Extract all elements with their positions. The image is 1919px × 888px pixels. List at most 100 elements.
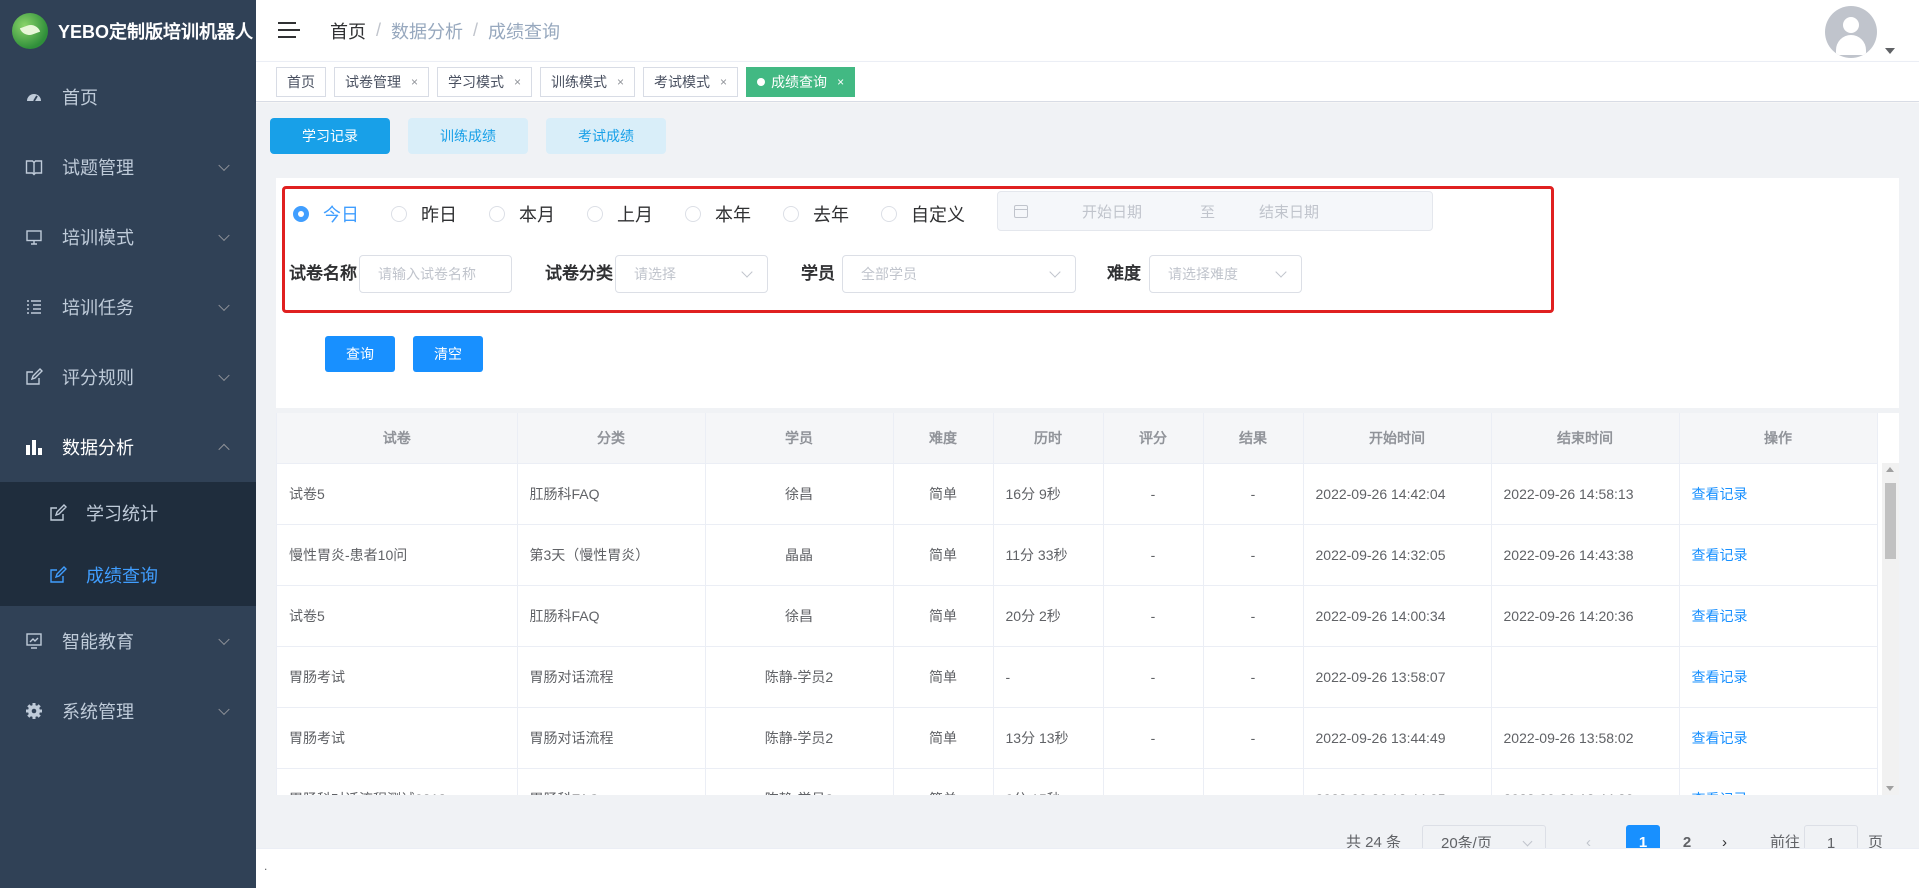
table-cell: 陈静-学员2: [705, 646, 894, 708]
radio-custom[interactable]: 自定义: [881, 201, 965, 227]
avatar[interactable]: [1825, 6, 1877, 58]
date-range-picker[interactable]: 开始日期 至 结束日期: [997, 191, 1433, 231]
view-record-link[interactable]: 查看记录: [1692, 486, 1748, 502]
difficulty-select[interactable]: 请选择难度: [1149, 255, 1302, 293]
close-icon[interactable]: ×: [514, 75, 521, 89]
scroll-up-icon[interactable]: [1886, 467, 1894, 472]
table-cell: -: [1103, 707, 1204, 769]
close-icon[interactable]: ×: [720, 75, 727, 89]
tag-learning-mode[interactable]: 学习模式 ×: [437, 66, 533, 97]
chevron-down-icon: [218, 369, 230, 382]
close-icon[interactable]: ×: [617, 75, 624, 89]
radio-last-month[interactable]: 上月: [587, 201, 653, 227]
sidebar-item-training-task[interactable]: 培训任务: [0, 272, 256, 342]
view-record-link[interactable]: 查看记录: [1692, 791, 1748, 796]
sidebar-item-smart-education[interactable]: 智能教育: [0, 606, 256, 676]
filter-fields: 试卷名称 请输入试卷名称 试卷分类 请选择 学员 全部学员 难度 请选择难度: [289, 255, 1549, 293]
col-header: 操作: [1679, 413, 1878, 464]
sidebar-subitem-score-query[interactable]: 成绩查询: [0, 544, 256, 606]
table-cell: 2022-09-26 14:20:36: [1491, 585, 1680, 647]
tag-training-mode[interactable]: 训练模式 ×: [540, 66, 636, 97]
sidebar-item-data-analysis[interactable]: 数据分析: [0, 412, 256, 482]
sidebar-item-home[interactable]: 首页: [0, 62, 256, 132]
table-cell: 胃肠科FAQ: [517, 768, 706, 795]
table-cell: 20分 2秒: [993, 585, 1104, 647]
table-cell: 查看记录: [1679, 524, 1878, 586]
breadcrumb-item-home[interactable]: 首页: [330, 18, 366, 44]
scroll-thumb[interactable]: [1885, 483, 1896, 559]
difficulty-label: 难度: [1107, 264, 1141, 283]
brand: YEBO定制版培训机器人: [0, 0, 256, 62]
sidebar-item-label: 试题管理: [62, 158, 134, 178]
chevron-down-icon: [1522, 836, 1533, 847]
radio-yesterday[interactable]: 昨日: [391, 201, 457, 227]
screen-chart-icon: [24, 631, 44, 651]
sidebar-item-questions[interactable]: 试题管理: [0, 132, 256, 202]
book-icon: [24, 157, 44, 177]
table-cell: 2022-09-26 13:44:20: [1491, 768, 1680, 795]
table-cell: 陈静-学员2: [705, 768, 894, 795]
paper-name-input[interactable]: 请输入试卷名称: [359, 255, 512, 293]
radio-this-year[interactable]: 本年: [685, 201, 751, 227]
main-area: 首页 / 数据分析 / 成绩查询 首页 试卷管理 × 学习模式 × 训练模式 ×: [256, 0, 1919, 888]
table-cell: 2022-09-26 14:58:13: [1491, 463, 1680, 525]
table-cell: 查看记录: [1679, 463, 1878, 525]
clear-button[interactable]: 清空: [413, 336, 483, 372]
sidebar-item-scoring-rules[interactable]: 评分规则: [0, 342, 256, 412]
training-score-button[interactable]: 训练成绩: [408, 118, 528, 154]
tag-score-query[interactable]: 成绩查询 ×: [746, 66, 856, 97]
table-cell: 0分 15秒: [993, 768, 1104, 795]
table-cell: 2022-09-26 13:58:07: [1303, 646, 1492, 708]
hamburger-icon[interactable]: [278, 21, 300, 40]
sidebar-item-training-mode[interactable]: 培训模式: [0, 202, 256, 272]
end-date-input[interactable]: 结束日期: [1259, 201, 1319, 222]
sidebar-item-label: 培训任务: [62, 298, 134, 318]
col-header: 历时: [993, 413, 1104, 464]
range-separator: 至: [1200, 203, 1216, 221]
scroll-down-icon[interactable]: [1886, 786, 1894, 791]
breadcrumb: 首页 / 数据分析 / 成绩查询: [330, 18, 560, 44]
tag-paper-management[interactable]: 试卷管理 ×: [334, 66, 430, 97]
close-icon[interactable]: ×: [837, 75, 844, 89]
table-cell: -: [1203, 524, 1304, 586]
caret-down-icon[interactable]: [1885, 48, 1895, 54]
close-icon[interactable]: ×: [411, 75, 418, 89]
breadcrumb-item-data-analysis: 数据分析: [391, 21, 464, 42]
monitor-icon: [24, 227, 44, 247]
page-content: 学习记录 训练成绩 考试成绩 今日 昨日 本月 上月 本年 去年 自定义 开始日…: [256, 103, 1919, 888]
exam-score-button[interactable]: 考试成绩: [546, 118, 666, 154]
radio-this-month[interactable]: 本月: [489, 201, 555, 227]
radio-today[interactable]: 今日: [293, 201, 359, 227]
start-date-input[interactable]: 开始日期: [1082, 201, 1192, 222]
table-cell: 肛肠科FAQ: [517, 585, 706, 647]
edit-icon: [48, 565, 68, 585]
sidebar-item-system[interactable]: 系统管理: [0, 676, 256, 746]
col-header: 结果: [1203, 413, 1304, 464]
tag-exam-mode[interactable]: 考试模式 ×: [643, 66, 739, 97]
table-cell: 徐昌: [705, 463, 894, 525]
view-record-link[interactable]: 查看记录: [1692, 608, 1748, 624]
table-cell: -: [1203, 646, 1304, 708]
sidebar-submenu: 学习统计 成绩查询: [0, 482, 256, 606]
table-cell: -: [993, 646, 1104, 708]
paper-category-select[interactable]: 请选择: [615, 255, 768, 293]
view-record-link[interactable]: 查看记录: [1692, 730, 1748, 746]
navbar: 首页 / 数据分析 / 成绩查询: [256, 0, 1919, 62]
sidebar-subitem-learning-stats[interactable]: 学习统计: [0, 482, 256, 544]
edit-icon: [24, 367, 44, 387]
table-cell: -: [1203, 585, 1304, 647]
view-record-link[interactable]: 查看记录: [1692, 669, 1748, 685]
query-button[interactable]: 查询: [325, 336, 395, 372]
tag-home[interactable]: 首页: [276, 66, 326, 97]
results-table: 试卷 分类 学员 难度 历时 评分 结果 开始时间 结束时间 操作 试卷5 肛肠科…: [276, 413, 1899, 795]
table-cell: 2022-09-26 14:43:38: [1491, 524, 1680, 586]
col-header: 评分: [1103, 413, 1204, 464]
radio-last-year[interactable]: 去年: [783, 201, 849, 227]
student-select[interactable]: 全部学员: [842, 255, 1076, 293]
view-record-link[interactable]: 查看记录: [1692, 547, 1748, 563]
learning-record-button[interactable]: 学习记录: [270, 118, 390, 154]
table-scrollbar[interactable]: [1882, 463, 1899, 795]
table-row: 胃肠考试 胃肠对话流程 陈静-学员2 简单 13分 13秒 - -2022-09-26 13…: [277, 707, 1878, 769]
brand-title: YEBO定制版培训机器人: [58, 22, 254, 42]
user-menu[interactable]: [1825, 6, 1895, 58]
